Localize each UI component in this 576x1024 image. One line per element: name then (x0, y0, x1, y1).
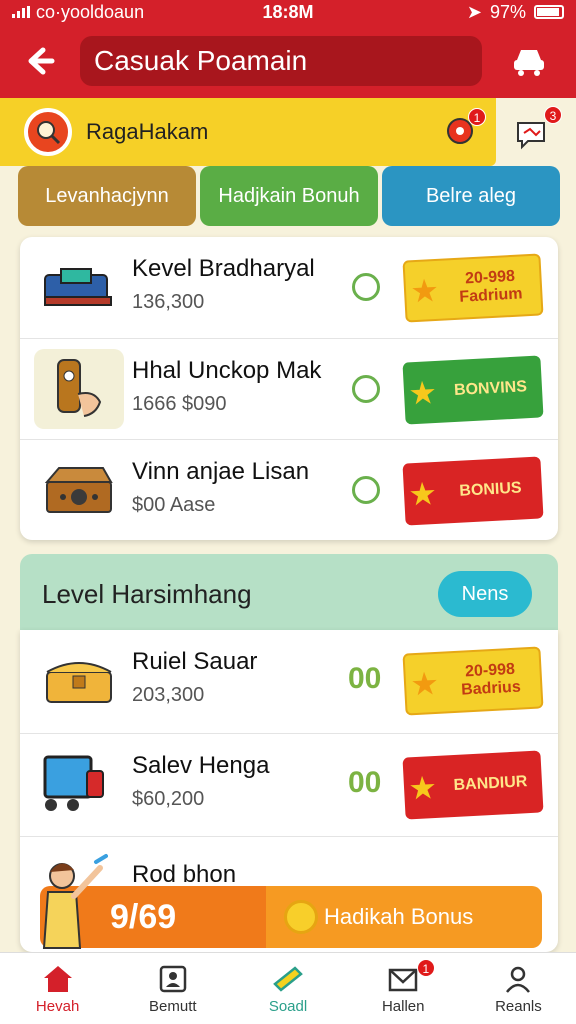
profile-name: RagaHakam (86, 119, 209, 144)
ticket-icon (271, 962, 305, 996)
notification-badge: 1 (468, 108, 486, 126)
tab-levanhacjynn[interactable]: Levanhacjynn (18, 166, 196, 226)
tablet-cart-icon (34, 744, 124, 824)
home-icon (41, 962, 75, 996)
magnifier-icon (37, 121, 61, 145)
star-icon: ★ (409, 376, 436, 409)
nav-hallen-badge: 1 (416, 959, 435, 977)
item-value: 136,300 (132, 291, 205, 313)
offers-list: Kevel Bradharyal 136,300 ★ 20-998 Fadriu… (20, 237, 558, 540)
select-radio[interactable] (352, 375, 380, 403)
nav-home-label: Hevah (35, 998, 80, 1015)
item-value: $60,200 (132, 788, 205, 810)
avatar[interactable] (24, 108, 72, 156)
user-icon (501, 962, 535, 996)
reward-badge[interactable]: ★ BONIUS (402, 456, 544, 526)
item-name: Kevel Bradharyal (132, 255, 315, 282)
promo-bonus-button[interactable]: Hadikah Bonus (266, 886, 542, 948)
select-radio[interactable] (352, 273, 380, 301)
character-illustration (42, 854, 108, 949)
notification-button[interactable]: 1 (440, 108, 486, 152)
section-title: Level Harsimhang (42, 578, 252, 609)
reward-badge[interactable]: ★ BANDIUR (402, 750, 544, 820)
section-header: Level Harsimhang Nens (20, 554, 558, 634)
cart-icon (514, 50, 544, 76)
item-name: Rod bhon (132, 861, 237, 888)
list-item[interactable]: Salev Henga $60,200 00 ★ BANDIUR (20, 733, 558, 834)
item-name: Vinn anjae Lisan (132, 458, 310, 485)
phone-in-hand-icon (34, 349, 124, 429)
list-item[interactable]: Kevel Bradharyal 136,300 ★ 20-998 Fadriu… (20, 237, 558, 338)
battery-icon (534, 5, 564, 19)
bottom-nav: Hevah Bemutt Soadl 1 Hallen Reanls (0, 952, 576, 1024)
nav-soadl-label: Soadl (268, 998, 308, 1015)
status-bar: co·yooldoaun 18:8M ➤ 97% (0, 0, 576, 24)
item-count: 00 (348, 662, 382, 695)
gadget-box-icon (34, 450, 124, 530)
item-name: Salev Henga (132, 752, 270, 779)
profile-card-icon (156, 962, 190, 996)
messages-button[interactable]: 3 (508, 106, 562, 158)
item-value: $00 Aase (132, 494, 216, 516)
battery-percent: 97% (489, 1, 526, 22)
page-title: Casuak Poamain (80, 36, 482, 86)
laptop-icon (34, 247, 124, 327)
messages-badge: 3 (544, 106, 562, 124)
item-value: 1666 $090 (132, 393, 227, 415)
reward-badge[interactable]: ★ BONVINS (402, 355, 544, 425)
item-name: Hhal Unckop Mak (132, 357, 322, 384)
star-icon: ★ (411, 274, 438, 307)
bonus-promo-bar[interactable]: 9/69 Hadikah Bonus (40, 886, 542, 948)
tab-hadjkain-bonuh[interactable]: Hadjkain Bonuh (200, 166, 378, 226)
mail-icon (386, 962, 420, 996)
profile-bar: RagaHakam 1 (0, 98, 496, 166)
item-name: Ruiel Sauar (132, 648, 258, 675)
tab-bar: Levanhacjynn Hadjkain Bonuh Belre aleg (18, 166, 560, 226)
nav-soadl[interactable]: Soadl (230, 953, 345, 1024)
nav-hallen[interactable]: 1 Hallen (346, 953, 461, 1024)
nav-bemutt-label: Bemutt (149, 998, 197, 1015)
list-item[interactable]: Ruiel Sauar 203,300 00 ★ 20-998 Badrius (20, 630, 558, 731)
app-bar: Casuak Poamain (0, 24, 576, 98)
carrier-label: co·yooldoaun (36, 1, 145, 22)
back-button[interactable] (0, 24, 80, 98)
nav-home[interactable]: Hevah (0, 953, 115, 1024)
nav-bemutt[interactable]: Bemutt (115, 953, 230, 1024)
reward-badge[interactable]: ★ 20-998 Fadrium (402, 253, 544, 323)
promo-bonus-label: Hadikah Bonus (324, 904, 474, 929)
item-value: 203,300 (132, 684, 205, 706)
nav-hallen-label: Hallen (381, 998, 425, 1015)
select-radio[interactable] (352, 476, 380, 504)
treasure-chest-icon (34, 640, 124, 720)
list-item[interactable]: Hhal Unckop Mak 1666 $090 ★ BONVINS (20, 338, 558, 439)
clock: 18:8M (262, 1, 314, 22)
nav-reanls-label: Reanls (495, 998, 542, 1015)
cart-button[interactable] (482, 24, 576, 98)
nav-reanls[interactable]: Reanls (461, 953, 576, 1024)
star-icon: ★ (409, 477, 436, 510)
back-arrow-icon (28, 47, 55, 75)
message-icon (517, 122, 545, 150)
list-item[interactable]: Vinn anjae Lisan $00 Aase ★ BONIUS (20, 439, 558, 540)
item-count: 00 (348, 766, 382, 799)
reward-badge[interactable]: ★ 20-998 Badrius (402, 646, 544, 716)
signal-icon (12, 6, 30, 18)
star-icon: ★ (409, 771, 436, 804)
star-icon: ★ (411, 667, 438, 700)
coin-icon (284, 900, 318, 934)
news-button[interactable]: Nens (438, 571, 532, 617)
location-icon: ➤ (466, 1, 482, 22)
tab-belre-aleg[interactable]: Belre aleg (382, 166, 560, 226)
